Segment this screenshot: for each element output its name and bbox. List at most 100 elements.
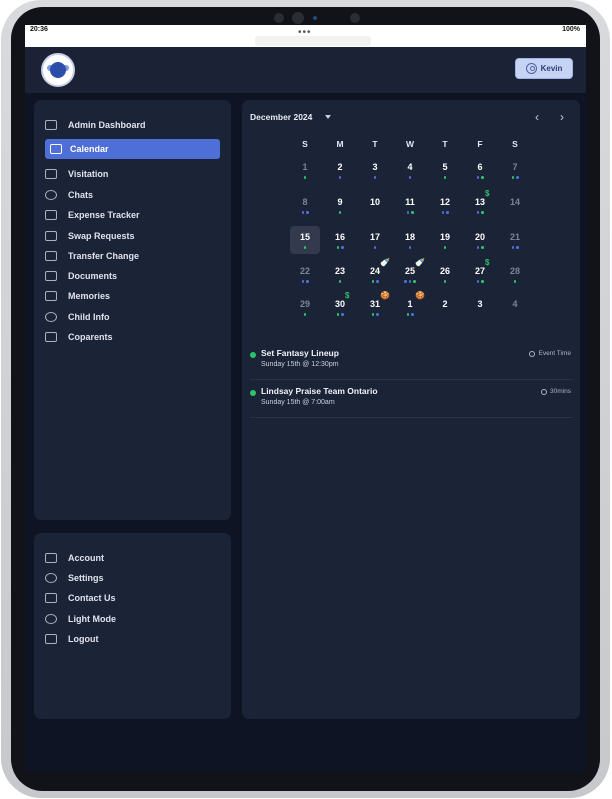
sidebar-item-label: Child Info	[68, 312, 110, 322]
calendar-day[interactable]: 27 $	[465, 258, 495, 288]
calendar-day[interactable]: 5	[430, 156, 460, 184]
day-number: 4	[407, 162, 413, 172]
logo-shield-icon	[50, 62, 66, 78]
calendar-day[interactable]: 28	[500, 260, 530, 288]
event-dots	[395, 211, 425, 214]
sidebar-item-coparents[interactable]: Coparents	[34, 328, 231, 346]
settings-item-light-mode[interactable]: Light Mode	[34, 610, 231, 628]
event-dots	[360, 313, 390, 316]
day-number: 26	[439, 266, 450, 276]
calendar-day[interactable]: 12	[430, 191, 460, 219]
calendar-day[interactable]: 8	[290, 191, 320, 219]
settings-item-settings[interactable]: Settings	[34, 569, 231, 587]
sidebar-item-label: Memories	[68, 291, 111, 301]
event-dots	[290, 176, 320, 179]
calendar-day[interactable]: 18	[395, 226, 425, 254]
calendar-day[interactable]: 17	[360, 226, 390, 254]
calendar-day[interactable]: 19	[430, 226, 460, 254]
camera-lens-icon	[292, 12, 304, 24]
weekday-label: T	[442, 139, 448, 149]
event-title: Set Fantasy Lineup	[261, 348, 339, 358]
status-time: 20:36	[30, 26, 48, 33]
calendar-day[interactable]: 26	[430, 260, 460, 288]
calendar-day[interactable]: 24 🍼	[360, 259, 390, 288]
sidebar-item-label: Expense Tracker	[68, 210, 140, 220]
browser-url-bar[interactable]	[255, 36, 371, 46]
settings-item-contact-us[interactable]: Contact Us	[34, 589, 231, 607]
event-status-dot	[250, 352, 256, 358]
event-dot	[303, 246, 307, 249]
calendar-day[interactable]: 10	[360, 191, 390, 219]
calendar-day[interactable]: 13 $	[465, 190, 495, 219]
prev-month-button[interactable]: ‹	[535, 110, 539, 124]
calendar-day[interactable]: 1	[290, 156, 320, 184]
day-number: 23	[334, 266, 345, 276]
sidebar-item-chats[interactable]: Chats	[34, 186, 231, 204]
event-dot	[408, 246, 412, 249]
event-dots	[290, 246, 320, 249]
expense-icon: $	[485, 258, 490, 267]
event-item[interactable]: Lindsay Praise Team Ontario Sunday 15th @…	[250, 384, 573, 418]
sidebar-item-transfer-change[interactable]: Transfer Change	[34, 247, 231, 265]
expense-icon: $	[345, 291, 350, 300]
calendar-day[interactable]: 2	[430, 293, 460, 321]
calendar-day[interactable]: 4	[500, 293, 530, 321]
next-month-button[interactable]: ›	[560, 110, 564, 124]
calendar-day[interactable]: 11	[395, 191, 425, 219]
calendar-day[interactable]: 16	[325, 226, 355, 254]
sidebar-item-calendar[interactable]: Calendar	[45, 139, 220, 159]
day-number: 27	[474, 266, 485, 276]
calendar-day[interactable]: 15	[290, 226, 320, 254]
sidebar-item-memories[interactable]: Memories	[34, 287, 231, 305]
settings-item-account[interactable]: Account	[34, 549, 231, 567]
day-number: 9	[337, 197, 343, 207]
event-dots	[500, 280, 530, 283]
logout-icon	[45, 634, 57, 644]
event-dot	[513, 280, 517, 283]
calendar-day[interactable]: 21	[500, 226, 530, 254]
calendar-day[interactable]: 25 🍼	[395, 259, 425, 288]
day-number: 3	[372, 162, 378, 172]
calendar-day[interactable]: 2	[325, 156, 355, 184]
event-dot	[371, 280, 374, 283]
calendar-day[interactable]: 1 🍪	[395, 292, 425, 321]
day-number: 30	[334, 299, 345, 309]
sidebar-item-swap-requests[interactable]: Swap Requests	[34, 227, 231, 245]
sensor-icon	[313, 16, 317, 20]
calendar-day[interactable]: 7	[500, 156, 530, 184]
calendar-day[interactable]: 14	[500, 191, 530, 219]
user-profile-button[interactable]: Kevin	[515, 58, 573, 79]
sidebar-item-visitation[interactable]: Visitation	[34, 165, 231, 183]
calendar-day[interactable]: 30 $	[325, 291, 355, 321]
event-dot	[338, 211, 342, 214]
event-dot	[511, 176, 514, 179]
calendar-day[interactable]: 9	[325, 191, 355, 219]
app-logo[interactable]	[41, 53, 75, 87]
event-dot	[408, 176, 412, 179]
sidebar-item-documents[interactable]: Documents	[34, 267, 231, 285]
settings-item-logout[interactable]: Logout	[34, 630, 231, 648]
day-number: 24	[369, 266, 380, 276]
event-dots	[465, 176, 495, 179]
calendar-day[interactable]: 3	[360, 156, 390, 184]
sidebar-item-admin-dashboard[interactable]: Admin Dashboard	[34, 116, 231, 134]
month-dropdown-icon[interactable]	[325, 115, 331, 119]
sidebar-item-child-info[interactable]: Child Info	[34, 308, 231, 326]
event-emoji-icon: 🍪	[380, 291, 390, 300]
event-dot	[476, 176, 479, 179]
day-number: 5	[442, 162, 448, 172]
calendar-day[interactable]: 6	[465, 156, 495, 184]
calendar-day[interactable]: 31 🍪	[360, 291, 390, 321]
event-item[interactable]: Set Fantasy Lineup Sunday 15th @ 12:30pm E…	[250, 346, 573, 380]
sidebar-item-expense-tracker[interactable]: Expense Tracker	[34, 206, 231, 224]
calendar-day[interactable]: 23	[325, 260, 355, 288]
calendar-day[interactable]: 22	[290, 260, 320, 288]
event-dot	[303, 313, 307, 316]
calendar-day[interactable]: 29	[290, 293, 320, 321]
calendar-day[interactable]: 4	[395, 156, 425, 184]
day-number: 28	[509, 266, 520, 276]
day-number: 25	[404, 266, 415, 276]
month-label[interactable]: December 2024	[250, 112, 312, 122]
calendar-day[interactable]: 3	[465, 293, 495, 321]
calendar-day[interactable]: 20	[465, 226, 495, 254]
